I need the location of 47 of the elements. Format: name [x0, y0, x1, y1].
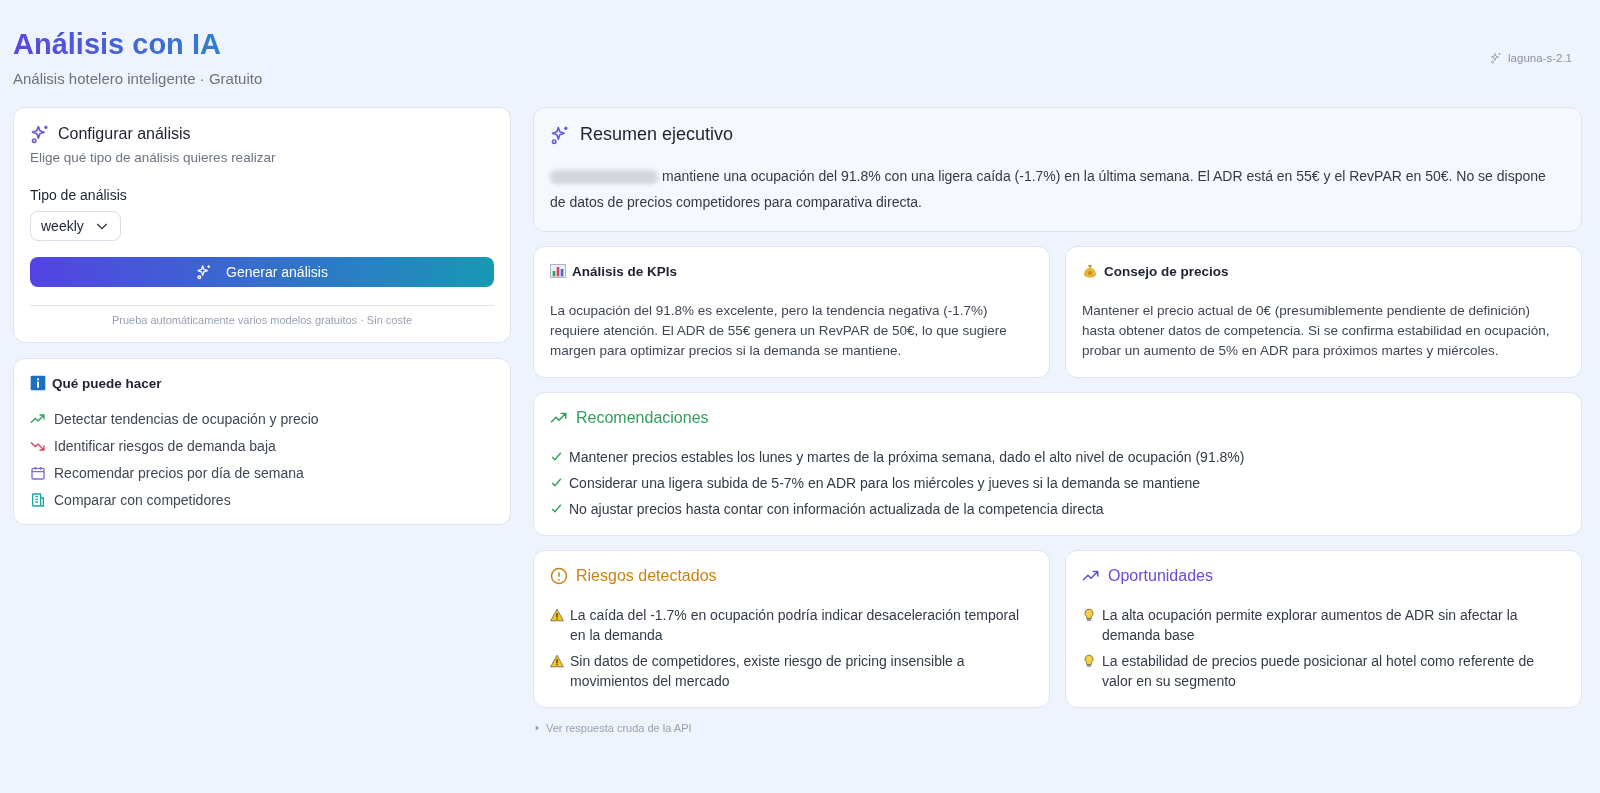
list-item: La estabilidad de precios puede posicionar al hotel como referente de valor en su segmento [1102, 652, 1535, 691]
capability-item: Detectar tendencias de ocupación y precio [54, 411, 319, 427]
sparkle-icon [196, 264, 213, 280]
light-bulb-icon [1082, 654, 1096, 668]
warning-icon [550, 654, 564, 668]
sparkle-icon [1490, 52, 1503, 64]
list-item: No ajustar precios hasta contar con información actualizada de la competencia directa [569, 500, 1104, 519]
caret-right-icon [533, 724, 541, 732]
analysis-type-select[interactable]: weekly [30, 211, 121, 241]
list-item: La caída del -1.7% en ocupación podría indicar desaceleración temporal en la demanda [570, 606, 1021, 645]
sparkle-icon [30, 124, 50, 144]
list-item: Considerar una ligera subida de 5-7% en ADR para los miércoles y jueves si la demanda se mantiene [569, 474, 1201, 493]
card-text: La ocupación del 91.8% es excelente, pero la tendencia negativa (-1.7%) requiere atención. El ADR de 55€ genera un RevPAR de 50€, lo que sugiere margen para optimizar precios si la demanda se mantiene. [550, 302, 1008, 360]
list-item: Mantener precios estables los lunes y martes de la próxima semana, dado el alto nivel de ocupación (91.8%) [569, 448, 1245, 467]
light-bulb-icon [1082, 608, 1096, 622]
cost-note: Prueba automáticamente varios modelos gratuitos · Sin coste [110, 314, 414, 326]
alert-circle-icon [550, 567, 568, 585]
card-subtitle: Elige qué tipo de análisis quieres realizar [30, 150, 277, 165]
card-title: Recomendaciones [576, 409, 709, 427]
model-name: laguna-s-2.1 [1508, 52, 1572, 64]
check-icon [550, 450, 563, 463]
card-title: Resumen ejecutivo [580, 124, 734, 145]
sparkle-icon [550, 124, 570, 145]
card-title: Análisis de KPIs [572, 263, 678, 279]
list-item: Sin datos de competidores, existe riesgo de pricing insensible a movimientos del mercado [570, 652, 966, 691]
card-title: Riesgos detectados [576, 567, 717, 585]
check-icon [550, 502, 563, 515]
card-title: Configurar análisis [58, 125, 191, 143]
building-icon [30, 492, 46, 508]
capability-item: Identificar riesgos de demanda baja [54, 438, 276, 454]
money-bag-icon [1082, 263, 1098, 279]
card-title: Oportunidades [1108, 567, 1213, 585]
field-label: Tipo de análisis [30, 187, 128, 203]
calendar-icon [30, 465, 46, 481]
page-subtitle: Análisis hotelero inteligente · Gratuito [13, 70, 263, 87]
card-title: Consejo de precios [1104, 263, 1229, 279]
list-item: La alta ocupación permite explorar aumentos de ADR sin afectar la demanda base [1102, 606, 1519, 645]
card-text: Mantener el precio actual de 0€ (presumiblemente pendiente de definición) hasta obtener datos de competencia. Si se confirma estabilidad en ocupación, probar un aumento de 5% en ADR para próximos martes y miércoles. [1082, 302, 1551, 360]
check-icon [550, 476, 563, 489]
summary-text: mantiene una ocupación del 91.8% con una ligera caída (-1.7%) en la última semana. El ADR está en 55€ y el RevPAR en 50€. No se dispone de datos de precios competidores para comparativa directa. [550, 167, 1547, 212]
bar-chart-icon [550, 263, 566, 279]
capability-item: Recomendar precios por día de semana [54, 465, 304, 481]
card-title: Qué puede hacer [52, 375, 162, 391]
info-icon [30, 375, 46, 391]
capability-item: Comparar con competidores [54, 492, 231, 508]
warning-icon [550, 608, 564, 622]
generate-button[interactable]: Generar análisis [30, 257, 494, 287]
